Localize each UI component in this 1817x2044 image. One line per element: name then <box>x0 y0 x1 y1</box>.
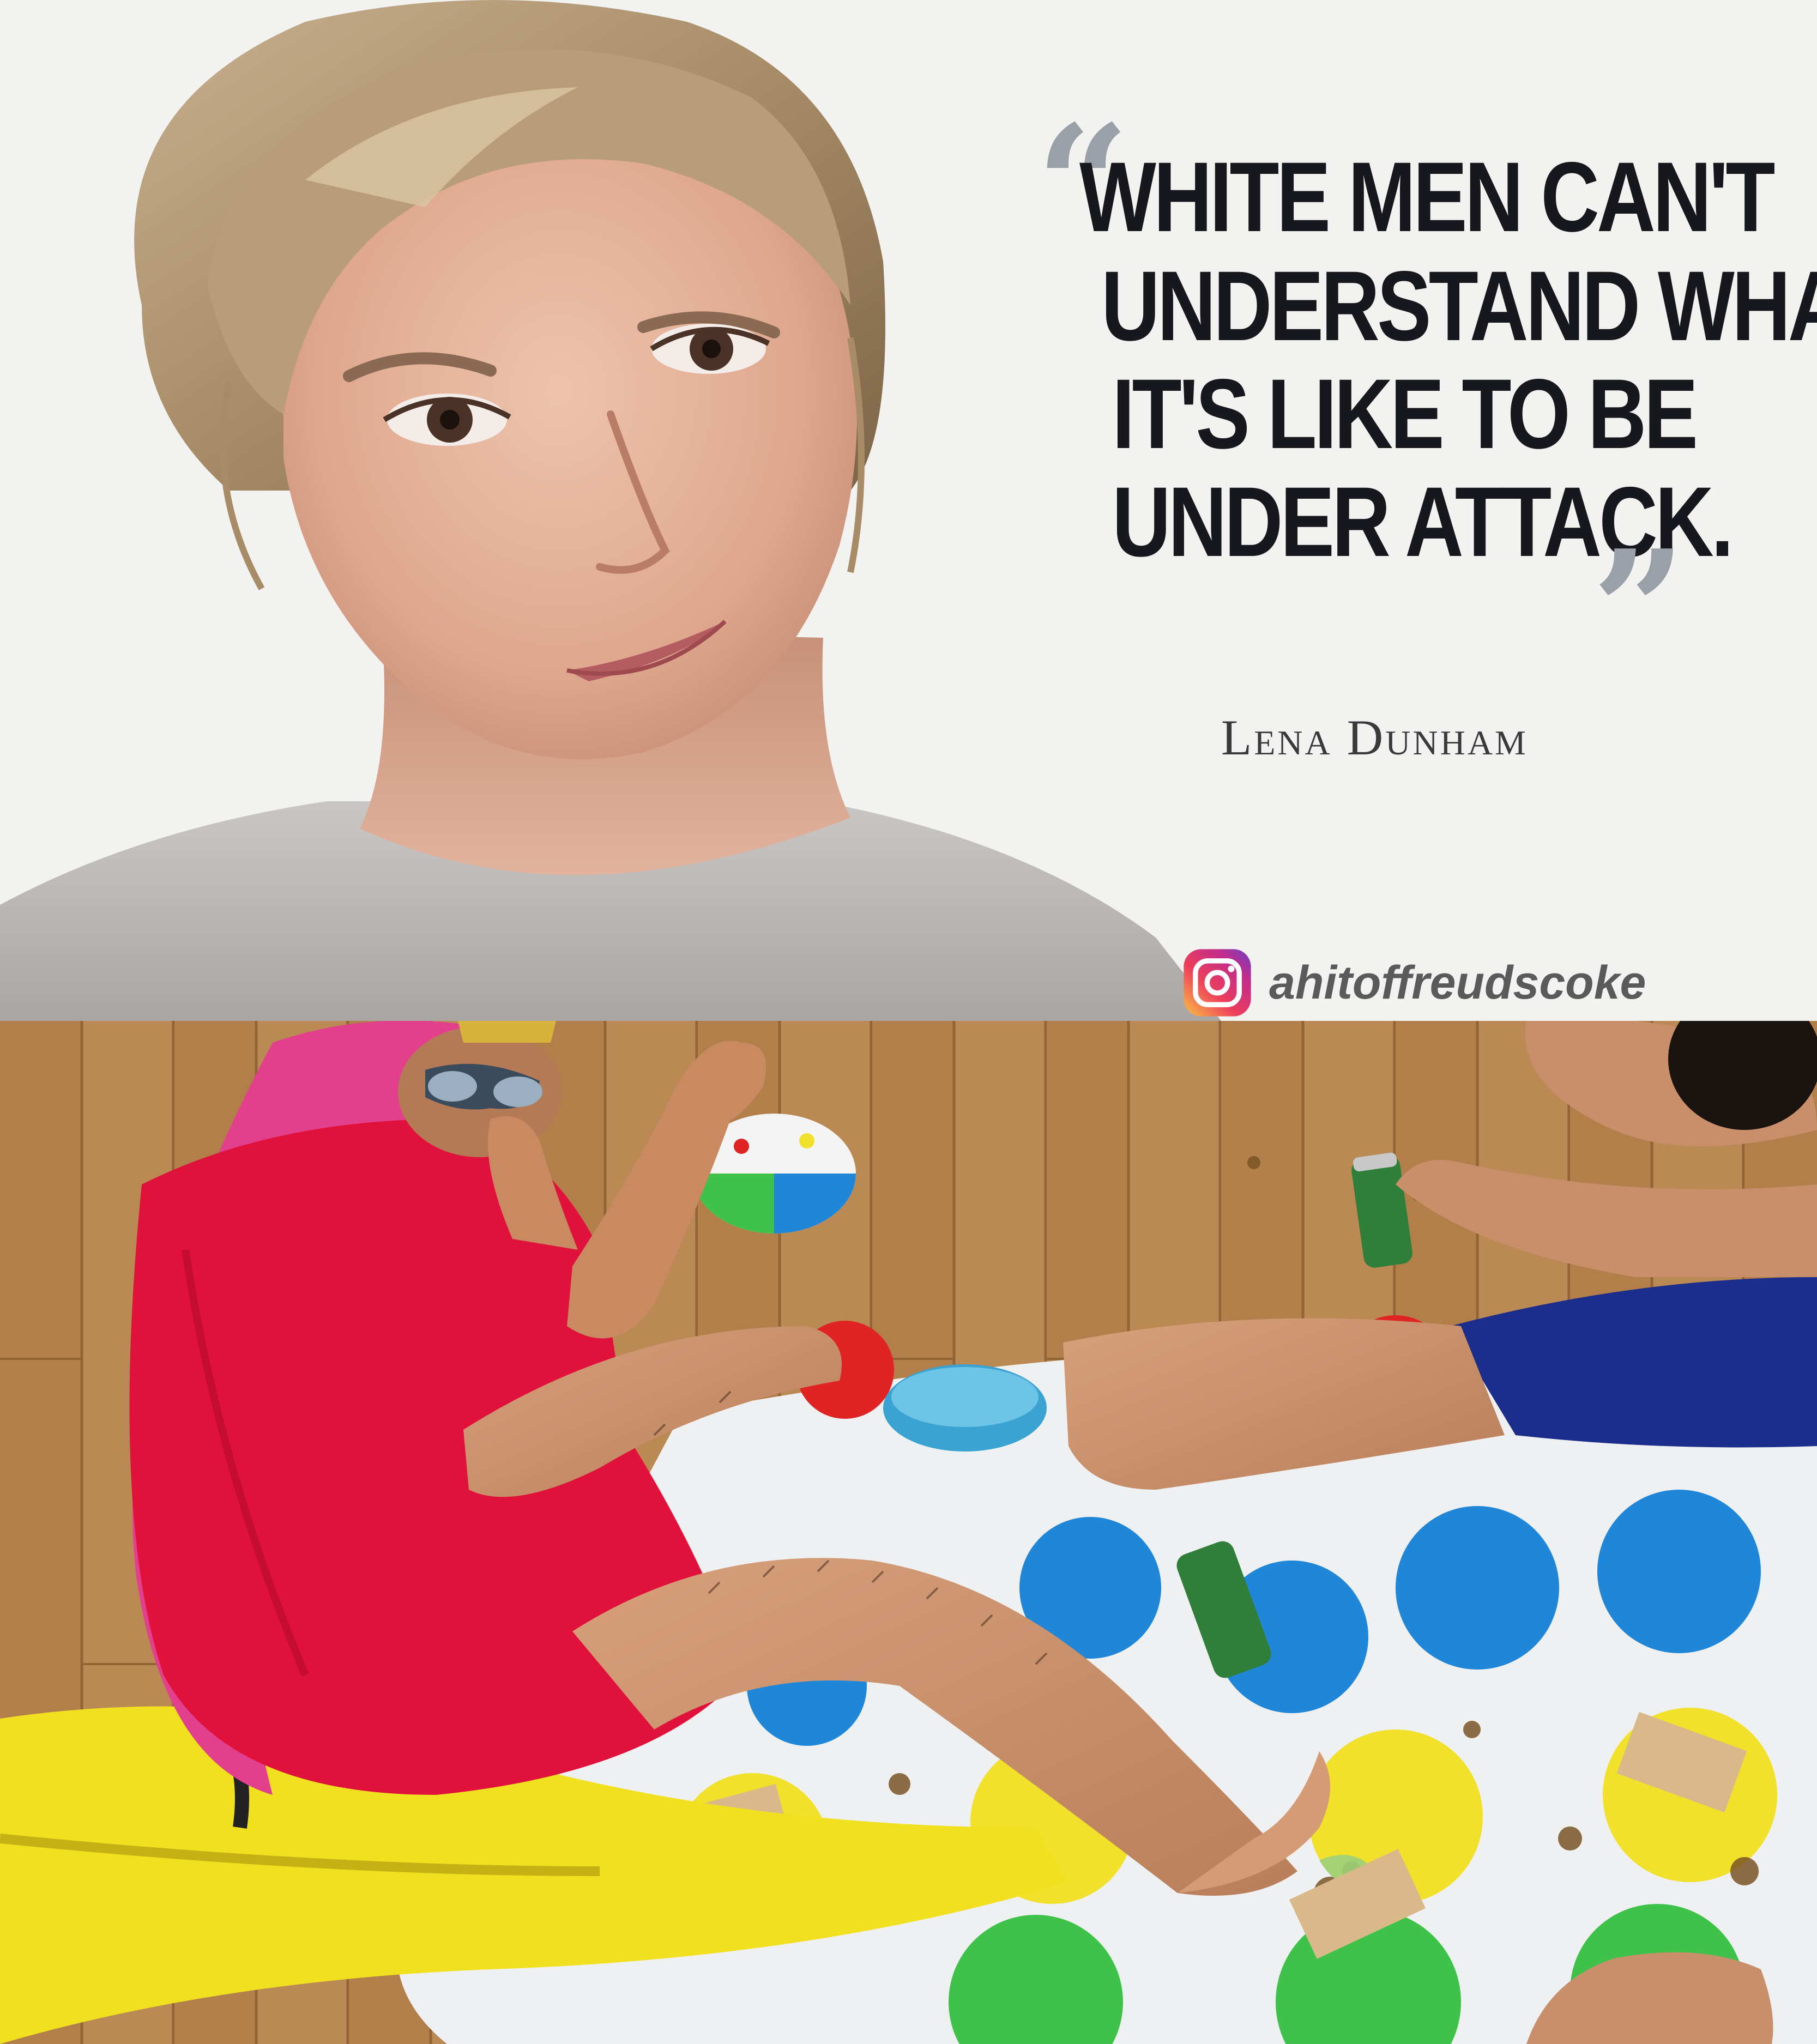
instagram-handle: ahitoffreudscoke <box>1269 956 1646 1009</box>
instagram-icon <box>1184 949 1251 1017</box>
close-quote-mark: ” <box>1592 514 1686 706</box>
watermark: ahitoffreudscoke <box>1181 946 1646 1019</box>
twister-game-photo <box>0 1021 1817 2044</box>
bottom-panel <box>0 1021 1817 2044</box>
attribution-name: Lena Dunham <box>1221 710 1528 765</box>
top-panel: “ WHITE MEN CAN'T UNDERSTAND WHAT IT'S L… <box>0 0 1817 1021</box>
quote-line-1: WHITE MEN CAN'T <box>1079 141 1775 252</box>
quote-line-3: IT'S LIKE TO BE <box>1112 358 1698 469</box>
quote-line-2: UNDERSTAND WHAT <box>1101 250 1817 361</box>
quote-attribution: Lena Dunham <box>1221 709 1528 766</box>
